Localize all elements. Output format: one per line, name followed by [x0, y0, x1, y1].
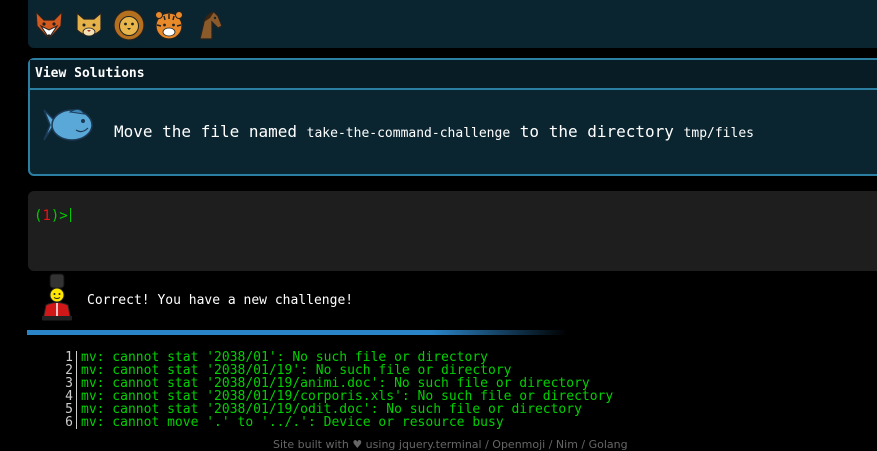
terminal-prompt: (1)>: [34, 208, 71, 224]
terminal-input[interactable]: (1)>: [28, 191, 877, 271]
challenge-prefix: Move the file named: [114, 122, 307, 141]
challenge-file-name: take-the-command-challenge: [306, 126, 511, 141]
animals-bar: [28, 0, 877, 48]
line-number: 6: [65, 415, 73, 430]
cursor: [69, 208, 71, 222]
feedback-message: Correct! You have a new challenge!: [87, 293, 354, 308]
progress-bar: [27, 330, 567, 335]
challenge-text: Move the file named take-the-command-cha…: [114, 122, 754, 141]
challenge-panel: View Solutions Move the file named take-…: [28, 58, 877, 176]
site-footer: Site built with ♥ using jquery.terminal …: [273, 438, 628, 451]
fish-icon: [43, 108, 93, 141]
prompt-number: 1: [42, 208, 51, 224]
view-solutions-header[interactable]: View Solutions: [30, 60, 877, 90]
output-text: mv: cannot move '.' to '../.': Device or…: [81, 415, 504, 430]
guard-icon: [42, 273, 72, 321]
prompt-close: )>: [50, 208, 68, 224]
cat-icon[interactable]: [72, 8, 106, 42]
tiger-icon[interactable]: [152, 8, 186, 42]
challenge-middle: to the directory: [510, 122, 684, 141]
command-output: 1 mv: cannot stat '2038/01': No such file…: [56, 351, 613, 429]
output-line: 6 mv: cannot move '.' to '../.': Device o…: [56, 416, 613, 429]
horse-icon[interactable]: [192, 8, 226, 42]
fox-icon[interactable]: [32, 8, 66, 42]
challenge-dir-name: tmp/files: [683, 126, 754, 141]
lion-icon[interactable]: [112, 8, 146, 42]
